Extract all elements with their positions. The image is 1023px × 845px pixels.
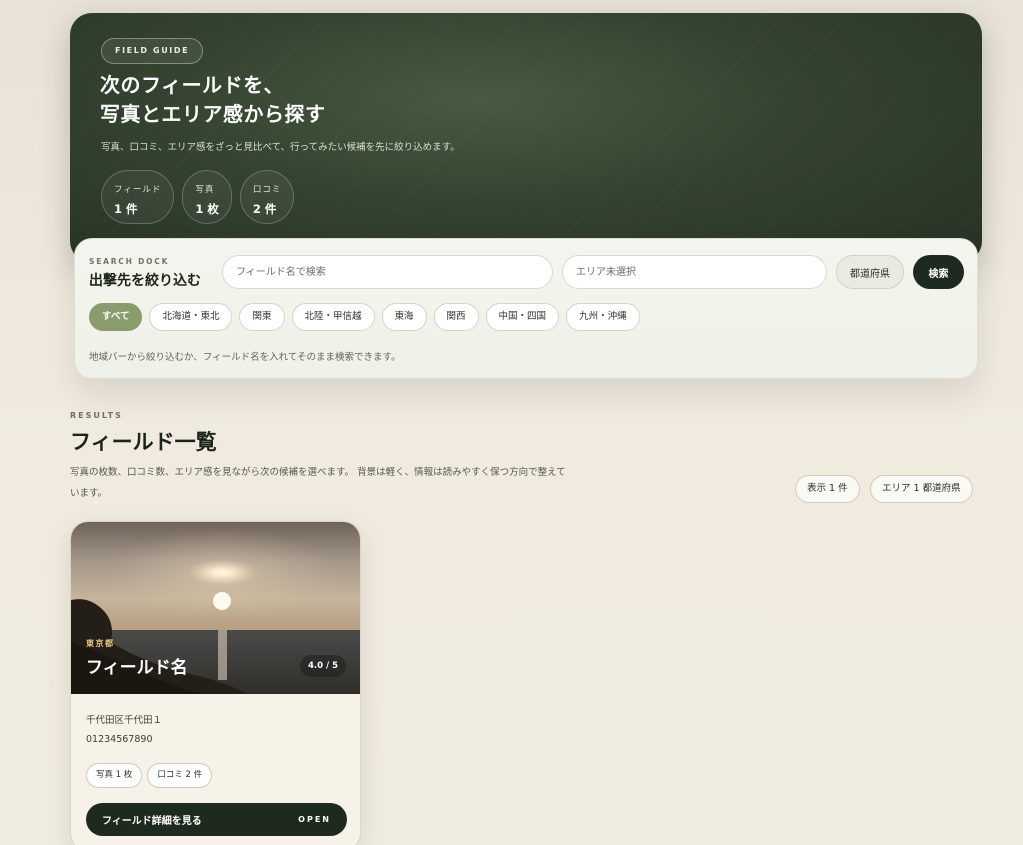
hero-title-line1: 次のフィールドを、	[100, 73, 285, 97]
area-input[interactable]	[562, 255, 827, 289]
prefecture-button[interactable]: 都道府県	[836, 255, 904, 289]
card-rating-badge: 4.0 / 5	[300, 655, 346, 677]
hero-stats: フィールド 1 件 写真 1 枚 口コミ 2 件	[101, 170, 295, 224]
card-prefecture: 東京都	[86, 639, 115, 648]
card-phone: 01234567890	[86, 734, 153, 745]
hero-subtitle: 写真、口コミ、エリア感をざっと見比べて、行ってみたい候補を先に絞り込めます。	[101, 142, 460, 153]
result-area-pill: エリア 1 都道府県	[870, 475, 973, 503]
results-title: フィールド一覧	[70, 430, 217, 454]
hero-title: 次のフィールドを、 写真とエリア感から探す	[100, 71, 620, 129]
stat-fields: フィールド 1 件	[101, 170, 175, 224]
stat-value: 1 枚	[195, 202, 219, 216]
search-dock: SEARCH DOCK 出撃先を絞り込む 都道府県 検索 すべて 北海道・東北 …	[74, 238, 978, 379]
region-chip-tokai[interactable]: 東海	[381, 303, 427, 331]
region-chip-all[interactable]: すべて	[89, 303, 143, 331]
search-hint: 地域バーから絞り込むか、フィールド名を入れてそのまま検索できます。	[89, 352, 401, 363]
region-chip-hokkaido-tohoku[interactable]: 北海道・東北	[149, 303, 233, 331]
card-tags: 写真 1 枚 口コミ 2 件	[86, 763, 213, 788]
search-title: 出撃先を絞り込む	[89, 273, 201, 289]
result-count-pill: 表示 1 件	[795, 475, 860, 503]
hero-title-line2: 写真とエリア感から探す	[100, 102, 326, 126]
stat-reviews: 口コミ 2 件	[239, 170, 295, 224]
field-name-search-input[interactable]	[222, 255, 553, 289]
stat-label: 口コミ	[252, 185, 282, 195]
stat-value: 2 件	[252, 202, 277, 216]
page: FIELD GUIDE 次のフィールドを、 写真とエリア感から探す 写真、口コミ…	[0, 0, 1023, 845]
open-label: OPEN	[298, 815, 331, 824]
search-button[interactable]: 検索	[913, 255, 964, 289]
field-card[interactable]: 東京都 フィールド名 4.0 / 5 千代田区千代田１ 01234567890 …	[70, 521, 361, 845]
region-chip-bar: すべて 北海道・東北 関東 北陸・甲信越 東海 関西 中国・四国 九州・沖縄	[89, 303, 640, 331]
hero-tag: FIELD GUIDE	[101, 38, 204, 64]
stat-value: 1 件	[114, 202, 138, 216]
results-description: 写真の枚数、口コミ数、エリア感を見ながら次の候補を選べます。 背景は軽く、情報は…	[70, 467, 566, 499]
stat-label: 写真	[195, 185, 215, 195]
region-chip-kansai[interactable]: 関西	[433, 303, 479, 331]
search-eyebrow: SEARCH DOCK	[89, 257, 170, 266]
region-chip-kyushu-okinawa[interactable]: 九州・沖縄	[566, 303, 640, 331]
review-count-tag: 口コミ 2 件	[147, 763, 213, 788]
photo-count-tag: 写真 1 枚	[86, 763, 143, 788]
region-chip-hokuriku-koshinetsu[interactable]: 北陸・甲信越	[291, 303, 375, 331]
stat-label: フィールド	[114, 185, 162, 195]
card-address: 千代田区千代田１	[86, 715, 163, 726]
hero-banner: FIELD GUIDE 次のフィールドを、 写真とエリア感から探す 写真、口コミ…	[70, 13, 982, 263]
region-chip-kanto[interactable]: 関東	[239, 303, 285, 331]
field-detail-button[interactable]: フィールド詳細を見る OPEN	[86, 803, 347, 836]
results-eyebrow: RESULTS	[70, 411, 123, 420]
region-chip-chugoku-shikoku[interactable]: 中国・四国	[485, 303, 560, 331]
card-field-name: フィールド名	[86, 658, 188, 678]
field-detail-button-label: フィールド詳細を見る	[102, 816, 202, 827]
stat-photos: 写真 1 枚	[182, 170, 232, 224]
